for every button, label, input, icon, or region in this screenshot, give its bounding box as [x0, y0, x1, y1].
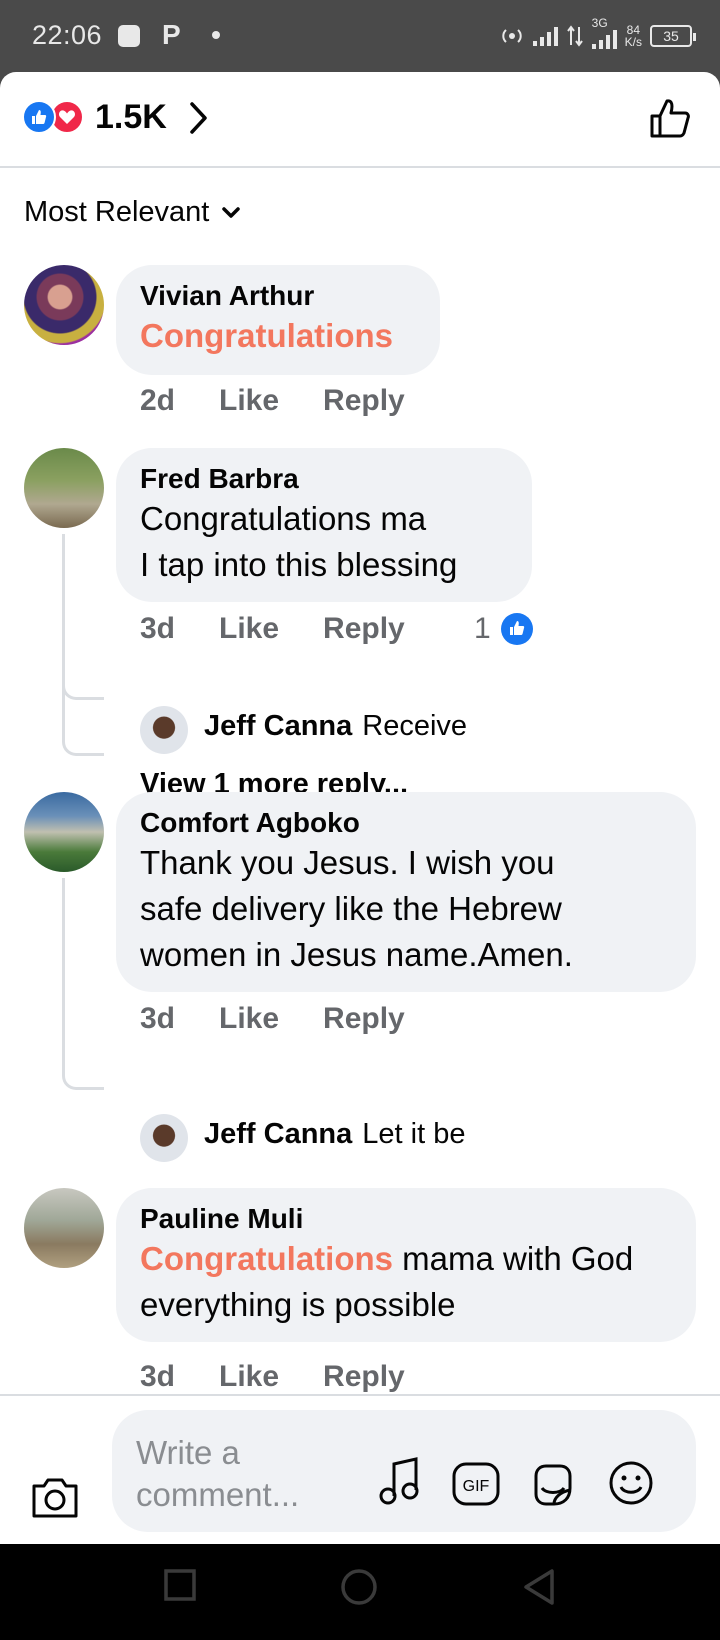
comment-text: Thank you Jesus. I wish you — [140, 844, 555, 881]
like-button[interactable]: Like — [219, 1002, 279, 1036]
signal-2-group: 3G — [591, 17, 617, 49]
chevron-down-icon — [222, 206, 241, 218]
reply-button[interactable]: Reply — [323, 1002, 405, 1036]
comment-time: 3d — [140, 612, 176, 645]
reply-button[interactable]: Reply — [323, 612, 405, 646]
comment-time: 2d — [140, 384, 176, 417]
reply-preview[interactable]: Jeff Canna Receive — [204, 710, 467, 743]
comment-author[interactable]: Pauline Muli — [140, 1202, 672, 1236]
reply-button[interactable]: Reply — [323, 384, 405, 418]
notification-dot-icon — [212, 31, 220, 39]
comment-actions: 3d Like Reply — [140, 612, 405, 646]
avatar[interactable] — [140, 706, 188, 754]
reactions-header[interactable]: 1.5K — [0, 72, 720, 168]
comment-text: Congratulations ma — [140, 500, 427, 537]
comment-highlight-text: Congratulations — [140, 1240, 393, 1277]
comment-time: 3d — [140, 1360, 176, 1393]
avatar[interactable] — [24, 792, 104, 872]
svg-text:GIF: GIF — [463, 1478, 490, 1495]
reply-text: Receive — [362, 710, 468, 742]
comment-text: mama with God — [393, 1240, 634, 1277]
comment-placeholder: Write a comment... — [136, 1434, 300, 1513]
comment-like-count[interactable]: 1 — [474, 612, 533, 646]
comment-author[interactable]: Vivian Arthur — [140, 279, 416, 313]
data-arrows-icon — [566, 25, 583, 47]
music-note-icon[interactable] — [378, 1456, 422, 1506]
like-outline-icon[interactable] — [648, 96, 692, 140]
avatar[interactable] — [140, 1114, 188, 1162]
comment-actions: 3d Like Reply — [140, 1360, 405, 1394]
avatar[interactable] — [24, 1188, 104, 1268]
like-button[interactable]: Like — [219, 1360, 279, 1394]
net-speed: 84 K/s — [624, 23, 642, 49]
like-icon — [500, 613, 533, 645]
notification-square-icon — [118, 25, 140, 47]
comment-bubble[interactable]: Fred Barbra Congratulations ma I tap int… — [116, 448, 532, 602]
like-icon — [22, 100, 56, 134]
reply-button[interactable]: Reply — [323, 1360, 405, 1394]
reply-thread-line — [62, 878, 104, 1090]
comments-sheet: 1.5K Most Relevant Vivian Arthur Congrat… — [0, 72, 720, 1544]
comment-author[interactable]: Comfort Agboko — [140, 806, 672, 840]
comment-bubble[interactable]: Pauline Muli Congratulations mama with G… — [116, 1188, 696, 1342]
comment-input[interactable]: Write a comment... GIF — [112, 1410, 696, 1532]
comment-text: women in Jesus name.Amen. — [140, 936, 573, 973]
sort-label: Most Relevant — [24, 196, 210, 228]
sticker-icon[interactable] — [530, 1462, 576, 1508]
comment-author[interactable]: Fred Barbra — [140, 462, 508, 496]
reaction-icons — [22, 100, 86, 136]
comment-bubble[interactable]: Vivian Arthur Congratulations — [116, 265, 440, 375]
avatar[interactable] — [24, 448, 104, 528]
avatar[interactable] — [24, 265, 104, 345]
like-button[interactable]: Like — [219, 612, 279, 646]
status-bar: 22:06 P 3G 84 K/s 35 — [0, 0, 720, 72]
reply-author[interactable]: Jeff Canna — [204, 1118, 352, 1151]
comment-time: 3d — [140, 1002, 176, 1035]
chevron-right-icon[interactable] — [188, 100, 210, 136]
status-icons: 3G 84 K/s 35 — [499, 17, 696, 54]
reaction-count: 1.5K — [95, 98, 167, 136]
network-gen: 3G — [591, 16, 608, 30]
reply-thread-line — [62, 632, 104, 756]
comment-text: I tap into this blessing — [140, 546, 458, 583]
status-time: 22:06 — [32, 20, 103, 50]
emoji-icon[interactable] — [608, 1460, 654, 1506]
comment-text: safe delivery like the Hebrew — [140, 890, 562, 927]
system-nav-bar — [0, 1544, 720, 1640]
hotspot-icon — [501, 29, 522, 43]
back-triangle-icon[interactable] — [522, 1568, 556, 1606]
camera-icon[interactable] — [30, 1476, 80, 1520]
reply-preview[interactable]: Jeff Canna Let it be — [204, 1118, 465, 1151]
comment-highlight-text: Congratulations — [140, 317, 393, 354]
reply-text: Let it be — [362, 1118, 466, 1150]
comment-actions: 3d Like Reply — [140, 1002, 405, 1036]
gif-icon[interactable]: GIF — [452, 1462, 500, 1506]
signal-2-icon — [591, 29, 617, 49]
comment-actions: 2d Like Reply — [140, 384, 405, 418]
sort-dropdown[interactable]: Most Relevant — [24, 196, 241, 229]
comment-composer: Write a comment... GIF — [0, 1394, 720, 1544]
reply-author[interactable]: Jeff Canna — [204, 710, 352, 743]
comment-text: everything is possible — [140, 1286, 456, 1323]
battery-icon: 35 — [650, 25, 696, 47]
like-button[interactable]: Like — [219, 384, 279, 418]
recents-square-icon[interactable] — [164, 1568, 196, 1602]
notification-p-icon: P — [162, 19, 181, 50]
signal-1-icon — [532, 26, 558, 46]
comment-bubble[interactable]: Comfort Agboko Thank you Jesus. I wish y… — [116, 792, 696, 992]
home-circle-icon[interactable] — [340, 1568, 378, 1606]
